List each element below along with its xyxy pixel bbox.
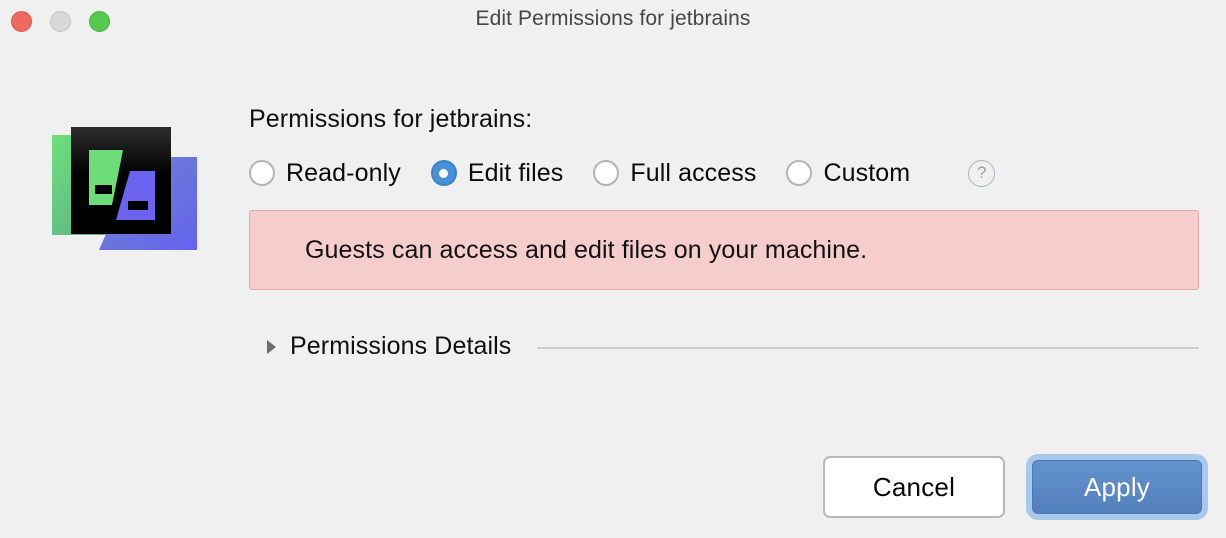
edit-permissions-dialog: Edit Permissions for jetbrains Permissio… [0, 0, 1226, 538]
permission-radio-group: Read-only Edit files Full access Custom … [249, 156, 1199, 190]
radio-option-custom[interactable]: Custom [786, 159, 910, 187]
radio-label-full-access: Full access [630, 159, 757, 187]
dialog-button-bar: Cancel Apply [823, 454, 1208, 520]
radio-mark-edit-files [430, 160, 457, 186]
radio-option-read-only[interactable]: Read-only [249, 159, 401, 187]
permissions-details-disclosure[interactable]: Permissions Details [249, 332, 1199, 361]
radio-option-edit-files[interactable]: Edit files [430, 159, 564, 187]
radio-mark-custom [786, 160, 813, 186]
section-divider [537, 347, 1199, 349]
permission-warning-banner: Guests can access and edit files on your… [249, 210, 1199, 290]
permissions-details-label: Permissions Details [290, 332, 512, 360]
chevron-right-icon[interactable] [267, 339, 276, 354]
radio-mark-full-access [593, 160, 620, 186]
dialog-content: Permissions for jetbrains: Read-only Edi… [249, 104, 1199, 361]
radio-mark-read-only [249, 160, 275, 186]
window-title: Edit Permissions for jetbrains [475, 7, 751, 30]
jetbrains-app-icon [52, 117, 197, 267]
help-icon[interactable]: ? [968, 159, 996, 187]
permission-warning-text: Guests can access and edit files on your… [305, 235, 868, 264]
titlebar: Edit Permissions for jetbrains [0, 0, 1226, 44]
apply-button-focus-ring: Apply [1026, 454, 1208, 520]
radio-option-full-access[interactable]: Full access [593, 159, 756, 187]
radio-label-read-only: Read-only [286, 159, 401, 187]
radio-label-custom: Custom [823, 159, 911, 187]
apply-button[interactable]: Apply [1032, 460, 1202, 514]
permissions-heading: Permissions for jetbrains: [249, 105, 533, 133]
cancel-button[interactable]: Cancel [823, 456, 1005, 518]
radio-label-edit-files: Edit files [467, 159, 564, 187]
